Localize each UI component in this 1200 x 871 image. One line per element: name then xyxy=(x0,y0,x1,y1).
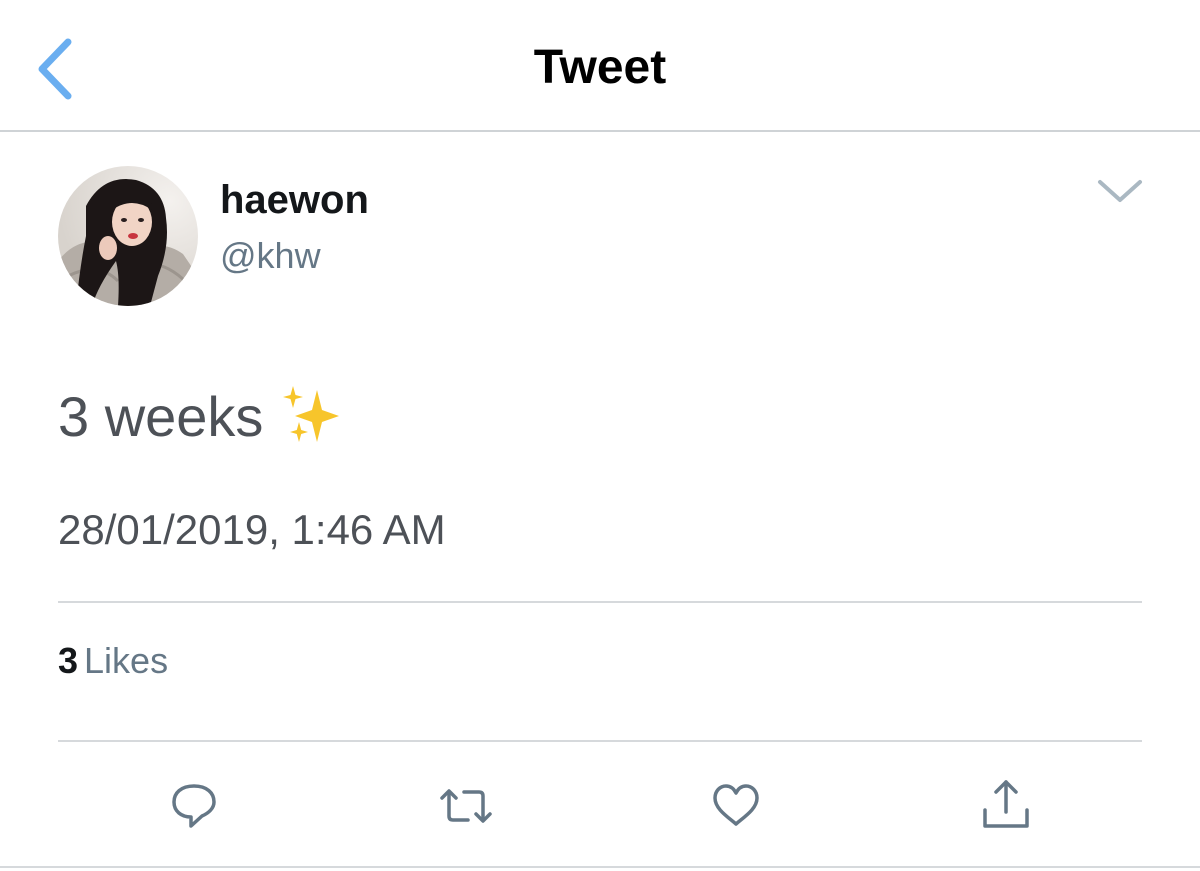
divider xyxy=(58,601,1142,603)
likes-count: 3 xyxy=(58,640,79,681)
reply-button[interactable] xyxy=(164,776,224,836)
share-icon xyxy=(983,780,1029,828)
avatar[interactable] xyxy=(58,166,198,306)
likes-label: Likes xyxy=(84,640,169,681)
likes-stat[interactable]: 3 Likes xyxy=(58,640,168,682)
tweet-timestamp[interactable]: 28/01/2019, 1:46 AM xyxy=(58,506,446,554)
divider xyxy=(58,740,1142,742)
display-name[interactable]: haewon xyxy=(220,178,369,222)
retweet-icon xyxy=(440,789,492,823)
chevron-down-icon xyxy=(1098,180,1142,202)
sparkles-icon xyxy=(277,384,343,450)
speech-bubble-icon xyxy=(172,784,216,828)
like-button[interactable] xyxy=(706,776,766,836)
page-title: Tweet xyxy=(533,41,667,94)
tweet-text: 3 weeks xyxy=(58,384,343,450)
tweet-text-content: 3 weeks xyxy=(58,385,264,448)
share-button[interactable] xyxy=(976,776,1036,836)
heart-icon xyxy=(713,784,759,826)
user-handle[interactable]: @khw xyxy=(220,236,321,276)
profile-photo xyxy=(58,166,198,306)
tweet-menu-button[interactable] xyxy=(1094,172,1146,208)
divider xyxy=(0,866,1200,868)
top-nav-bar: Tweet xyxy=(0,0,1200,132)
retweet-button[interactable] xyxy=(436,776,496,836)
